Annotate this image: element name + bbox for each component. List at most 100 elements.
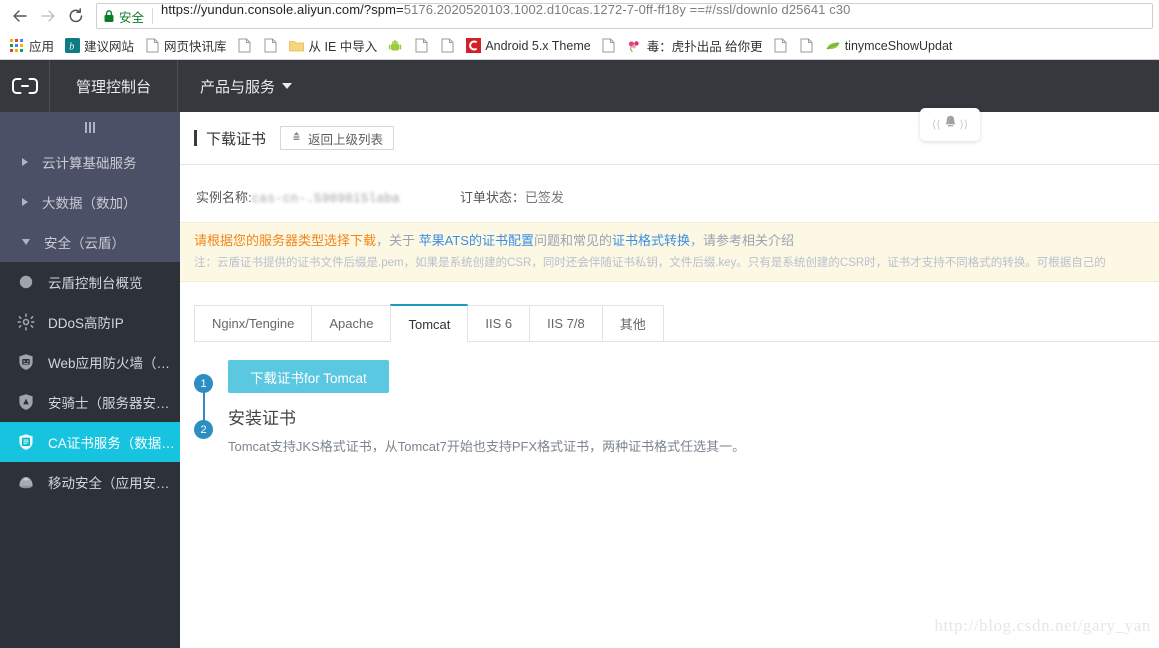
notice-banner: 请根据您的服务器类型选择下载，关于 苹果ATS的证书配置问题和常见的证书格式转换…	[180, 222, 1159, 282]
page-icon	[773, 38, 789, 54]
chevron-down-icon	[22, 239, 30, 245]
bookmark-label: tinymceShowUpdat	[844, 38, 953, 53]
reload-icon[interactable]	[62, 2, 90, 30]
console-title: 管理控制台	[50, 60, 179, 112]
bookmark-label: 网页快讯库	[164, 40, 227, 54]
chevron-right-icon	[22, 158, 28, 166]
main-content: 下载证书 返回上级列表 实例名称: cas-cn-.59098i5laba 订单…	[180, 112, 1159, 648]
bookmark-folder-ie-import[interactable]: 从 IE 中导入	[284, 35, 383, 57]
url-visible: https://yundun.console.aliyun.com/?spm=	[161, 3, 404, 17]
bell-wave-left: ⟨⟨	[931, 119, 941, 131]
sidebar-collapse-handle[interactable]	[0, 112, 180, 142]
tab-nginx-tengine[interactable]: Nginx/Tengine	[194, 305, 312, 341]
download-certificate-button[interactable]: 下载证书for Tomcat	[228, 360, 389, 393]
step-2-title: 安装证书	[228, 409, 296, 428]
products-and-services-menu[interactable]: 产品与服务	[178, 60, 314, 112]
svg-text:b: b	[69, 41, 74, 52]
bookmark-blank-5[interactable]	[596, 35, 622, 57]
bookmark-android-theme[interactable]: Android 5.x Theme	[460, 35, 595, 57]
bookmark-blank-4[interactable]	[434, 35, 460, 57]
bing-icon: b	[64, 38, 80, 54]
instance-name-value: cas-cn-.59098i5laba	[251, 192, 400, 206]
tab-tomcat[interactable]: Tomcat	[390, 304, 469, 342]
chevron-down-icon	[282, 83, 293, 89]
order-status-field: 订单状态： 已签发	[460, 187, 564, 206]
gear-icon	[16, 313, 35, 332]
instance-name-field: 实例名称: cas-cn-.59098i5laba	[196, 187, 400, 206]
bookmark-blank-2[interactable]	[258, 35, 284, 57]
notice-line-1: 请根据您的服务器类型选择下载，关于 苹果ATS的证书配置问题和常见的证书格式转换…	[194, 231, 1159, 251]
bookmark-label: 从 IE 中导入	[308, 40, 378, 54]
page-icon	[237, 38, 253, 54]
page-icon	[144, 38, 160, 54]
shield-a-icon	[16, 393, 35, 412]
step-1-body: 下载证书for Tomcat	[228, 360, 1159, 406]
sidebar-item-label: DDoS高防IP	[48, 316, 124, 331]
certificate-shield-icon	[16, 433, 35, 452]
bookmark-blank-1[interactable]	[232, 35, 258, 57]
step-2-bullet: 2	[194, 420, 213, 439]
url-faded: 5176.2020520103.1002.d10cas.1272-7-0ff-f…	[403, 3, 851, 17]
address-bar[interactable]: 安全 https://yundun.console.aliyun.com/?sp…	[96, 3, 1153, 29]
format-conversion-link[interactable]: 证书格式转换	[612, 233, 690, 248]
page-icon	[799, 38, 815, 54]
notice-line-2: 注：云盾证书提供的证书文件后缀是.pem，如果是系统创建的CSR，同时还会伴随证…	[194, 257, 1106, 269]
sidebar-group-security[interactable]: 安全（云盾）	[0, 222, 180, 262]
back-arrow-icon[interactable]	[6, 2, 34, 30]
sidebar-item-yundun-overview[interactable]: 云盾控制台概览	[0, 262, 180, 302]
tab-iis-6[interactable]: IIS 6	[468, 305, 530, 341]
page-icon	[601, 38, 617, 54]
ats-config-link[interactable]: 苹果ATS的证书配置	[419, 233, 534, 248]
bookmark-android[interactable]	[382, 35, 408, 57]
watermark: http://blog.csdn.net/gary_yan	[934, 616, 1151, 635]
certificate-download-card: 实例名称: cas-cn-.59098i5laba 订单状态： 已签发 请根据您…	[180, 164, 1159, 648]
leaf-icon	[825, 38, 841, 54]
bookmark-apps[interactable]: 应用	[4, 35, 59, 57]
sidebar-item-anqishi[interactable]: 安骑士（服务器安全）	[0, 382, 180, 422]
tab-apache[interactable]: Apache	[311, 305, 391, 341]
notification-bell-card[interactable]: ⟨⟨ ⟩⟩	[920, 108, 980, 141]
step-2-description: Tomcat支持JKS格式证书，从Tomcat7开始也支持PFX格式证书，两种证…	[228, 439, 746, 454]
bell-icon[interactable]	[943, 114, 958, 135]
sidebar-group-big-data[interactable]: 大数据（数加）	[0, 182, 180, 222]
tab-iis-7-8[interactable]: IIS 7/8	[529, 305, 602, 341]
bookmark-label: Android 5.x Theme	[485, 38, 591, 53]
notice-plain-text: 问题和常见的	[533, 233, 612, 248]
sidebar-group-label: 安全（云盾）	[44, 236, 125, 251]
url-text: https://yundun.console.aliyun.com/?spm=5…	[161, 3, 1146, 17]
forward-arrow-icon[interactable]	[34, 2, 62, 30]
notice-plain-text: ，关于	[376, 233, 419, 248]
bookmark-blank-7[interactable]	[794, 35, 820, 57]
aliyun-logo-icon[interactable]	[0, 60, 50, 112]
tab-other[interactable]: 其他	[601, 305, 664, 341]
bookmark-news-library[interactable]: 网页快讯库	[139, 35, 232, 57]
sidebar-item-label: 安骑士（服务器安全）	[48, 396, 180, 411]
back-to-list-button[interactable]: 返回上级列表	[280, 126, 395, 150]
sidebar-group-cloud-computing[interactable]: 云计算基础服务	[0, 142, 180, 182]
bookmark-blank-3[interactable]	[408, 35, 434, 57]
browser-nav-bar: 安全 https://yundun.console.aliyun.com/?sp…	[0, 0, 1159, 32]
sidebar-item-ca-certificate[interactable]: CA证书服务（数据安...	[0, 422, 180, 462]
instance-name-label: 实例名称:	[196, 190, 252, 205]
products-menu-label: 产品与服务	[200, 78, 276, 96]
folder-icon	[289, 38, 305, 54]
bookmark-suggested-sites[interactable]: b 建议网站	[59, 35, 139, 57]
flower-icon	[627, 38, 643, 54]
step-1-bullet: 1	[194, 374, 213, 393]
bookmark-hupu-du[interactable]: 毒：虎扑出品 给你更	[622, 35, 768, 57]
sidebar-item-mobile-security[interactable]: 移动安全（应用安全）	[0, 462, 180, 502]
bookmark-tinymce[interactable]: tinymceShowUpdat	[820, 35, 958, 57]
sidebar-item-label: 移动安全（应用安全）	[48, 476, 180, 491]
browser-chrome: 安全 https://yundun.console.aliyun.com/?sp…	[0, 0, 1159, 60]
sidebar: 云计算基础服务 大数据（数加） 安全（云盾） 云盾控制台概览 DDoS高防IP …	[0, 112, 180, 648]
notice-strong-text: 请根据您的服务器类型选择下载	[194, 233, 377, 248]
bookmark-blank-6[interactable]	[768, 35, 794, 57]
install-steps: 1 下载证书for Tomcat 2 安装证书 Tomcat支持JKS格式证书，…	[194, 360, 1159, 459]
android-icon	[387, 38, 403, 54]
sidebar-item-label: Web应用防火墙（网...	[48, 356, 180, 371]
sidebar-item-waf[interactable]: Web应用防火墙（网...	[0, 342, 180, 382]
instance-meta-row: 实例名称: cas-cn-.59098i5laba 订单状态： 已签发	[180, 165, 1159, 222]
shield-face-icon	[16, 353, 35, 372]
aliyun-console-app: 管理控制台 产品与服务 云计算基础服务 大数据（数加） 安全（云盾） 云盾控制台…	[0, 60, 1159, 648]
sidebar-item-ddos[interactable]: DDoS高防IP	[0, 302, 180, 342]
